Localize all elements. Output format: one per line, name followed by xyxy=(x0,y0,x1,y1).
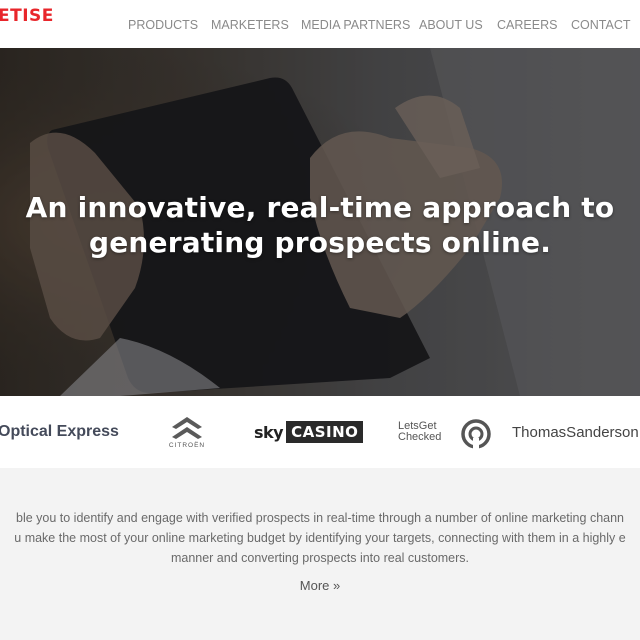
hero-headline-line2: generating prospects online. xyxy=(88,226,552,259)
nav-products[interactable]: PRODUCTS xyxy=(128,18,198,32)
nav-media-partners[interactable]: MEDIA PARTNERS xyxy=(301,18,410,32)
sky-casino-logo: sky CASINO xyxy=(253,421,364,443)
casino-wordmark: CASINO xyxy=(286,421,364,443)
citroen-wordmark: CITROËN xyxy=(168,442,206,449)
letsget-ring-icon xyxy=(461,419,491,450)
nav-contact[interactable]: CONTACT xyxy=(571,18,631,32)
site-header: ETISE PRODUCTS MARKETERS MEDIA PARTNERS … xyxy=(0,0,640,48)
sky-wordmark: sky xyxy=(254,422,284,442)
citroen-logo: CITROËN xyxy=(162,413,212,453)
hero-headline: An innovative, real-time approach to gen… xyxy=(0,190,640,260)
citroen-chevrons-icon xyxy=(172,417,202,439)
intro-line-3: manner and converting prospects into rea… xyxy=(170,551,470,565)
thomas-sanderson-logo: ThomasSanderson xyxy=(512,424,639,441)
intro-line-2: u make the most of your online marketing… xyxy=(14,531,626,545)
hero-headline-line1: An innovative, real-time approach to xyxy=(25,191,615,224)
letsget-checked-logo: LetsGet Checked xyxy=(398,421,441,443)
intro-text: ble you to identify and engage with veri… xyxy=(0,508,640,568)
hero-banner: An innovative, real-time approach to gen… xyxy=(0,48,640,396)
client-logos-strip: Optical Express CITROËN sky CASINO LetsG… xyxy=(0,396,640,468)
optical-express-logo: Optical Express xyxy=(0,423,119,440)
more-link[interactable]: More » xyxy=(0,578,640,593)
intro-section: ble you to identify and engage with veri… xyxy=(0,468,640,640)
checked-word: Checked xyxy=(398,431,442,443)
main-nav: PRODUCTS MARKETERS MEDIA PARTNERS ABOUT … xyxy=(0,18,640,34)
intro-line-1: ble you to identify and engage with veri… xyxy=(16,511,624,525)
nav-marketers[interactable]: MARKETERS xyxy=(211,18,289,32)
nav-about-us[interactable]: ABOUT US xyxy=(419,18,483,32)
nav-careers[interactable]: CAREERS xyxy=(497,18,557,32)
